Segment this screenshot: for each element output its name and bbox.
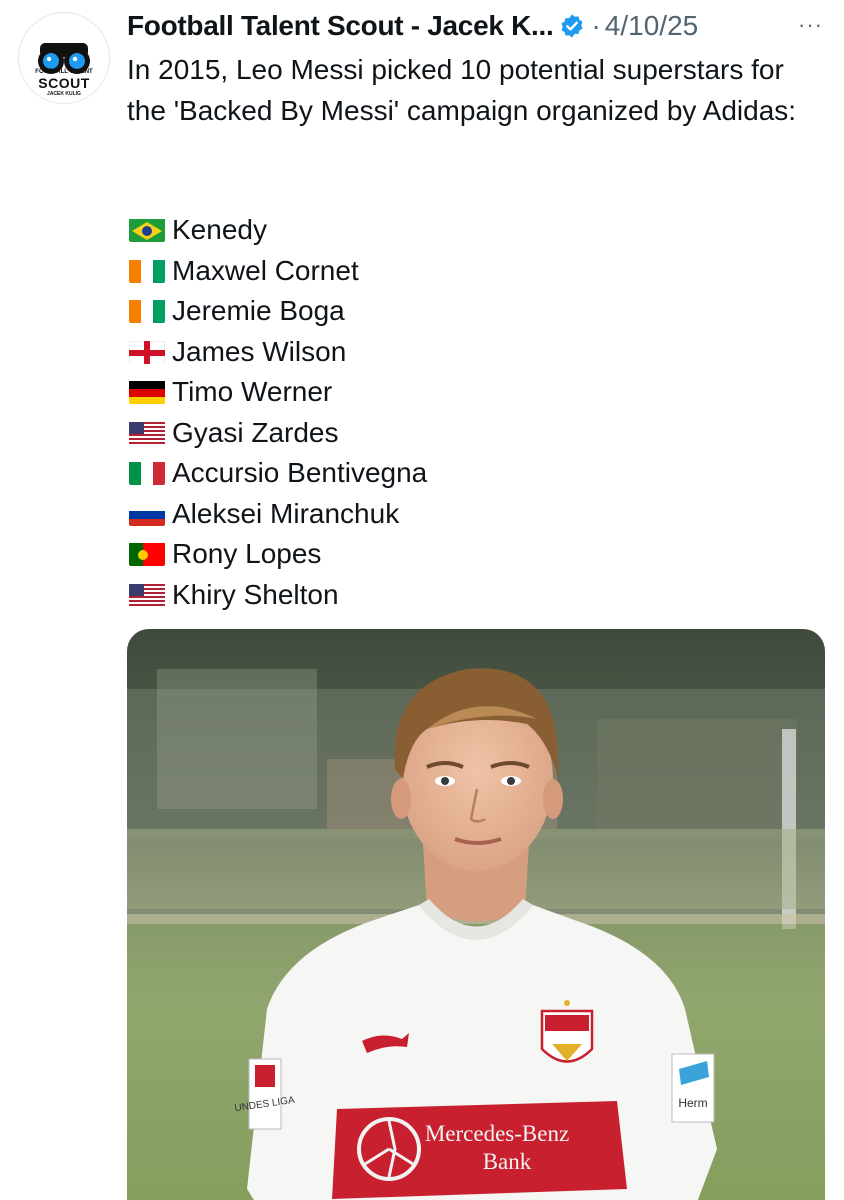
list-item: Aleksei Miranchuk: [129, 494, 729, 535]
logo-sub-text: JACEK KULIG: [47, 91, 81, 97]
author-name[interactable]: Football Talent Scout - Jacek K...: [127, 10, 554, 42]
player-name: James Wilson: [172, 335, 347, 367]
tweet-photo[interactable]: Mercedes-Benz Bank UNDES LIGA Herm: [127, 629, 825, 1200]
player-name: Kenedy: [172, 214, 267, 246]
list-item: Maxwel Cornet: [129, 251, 729, 292]
player-name: Timo Werner: [172, 376, 333, 408]
tweet-date[interactable]: 4/10/25: [605, 10, 698, 42]
ivory-coast-flag-icon: [129, 259, 165, 283]
player-name: Jeremie Boga: [172, 295, 345, 327]
list-item: Jeremie Boga: [129, 291, 729, 332]
player-name: Maxwel Cornet: [172, 254, 359, 286]
player-name: Aleksei Miranchuk: [172, 497, 400, 529]
sponsor-line2: Bank: [483, 1149, 532, 1174]
russia-flag-icon: [129, 502, 165, 526]
tweet-text: In 2015, Leo Messi picked 10 potential s…: [127, 54, 797, 126]
more-options-icon[interactable]: ···: [798, 12, 823, 38]
list-item: Kenedy: [129, 210, 729, 251]
player-list: Kenedy Maxwel Cornet Jeremie Boga James …: [129, 210, 729, 615]
list-item: Accursio Bentivegna: [129, 453, 729, 494]
logo-main-text: SCOUT: [38, 75, 90, 91]
verified-badge-icon[interactable]: [559, 13, 585, 39]
ivory-coast-flag-icon: [129, 299, 165, 324]
list-item: James Wilson: [129, 332, 729, 373]
sponsor-line1: Mercedes-Benz: [425, 1121, 569, 1146]
portugal-flag-icon: [129, 542, 165, 567]
italy-flag-icon: [129, 461, 165, 486]
list-item: Timo Werner: [129, 372, 729, 413]
sleeve-right-text: Herm: [678, 1096, 707, 1110]
player-portrait-image: Mercedes-Benz Bank UNDES LIGA Herm: [127, 629, 825, 1200]
player-name: Accursio Bentivegna: [172, 457, 428, 489]
brazil-flag-icon: [129, 218, 165, 243]
england-flag-icon: [129, 340, 165, 364]
player-name: Rony Lopes: [172, 538, 322, 570]
tweet-header: Football Talent Scout - Jacek K... · 4/1…: [127, 6, 827, 46]
list-item: Rony Lopes: [129, 534, 729, 575]
usa-flag-icon: [129, 421, 165, 445]
germany-flag-icon: [129, 380, 165, 405]
author-avatar[interactable]: FOOTBALL TALENT SCOUT JACEK KULIG: [18, 12, 110, 104]
player-name: Khiry Shelton: [172, 578, 339, 610]
list-item: Gyasi Zardes: [129, 413, 729, 454]
usa-flag-icon: [129, 583, 165, 607]
player-name: Gyasi Zardes: [172, 416, 339, 448]
separator-dot: ·: [591, 10, 601, 41]
list-item: Khiry Shelton: [129, 575, 729, 616]
